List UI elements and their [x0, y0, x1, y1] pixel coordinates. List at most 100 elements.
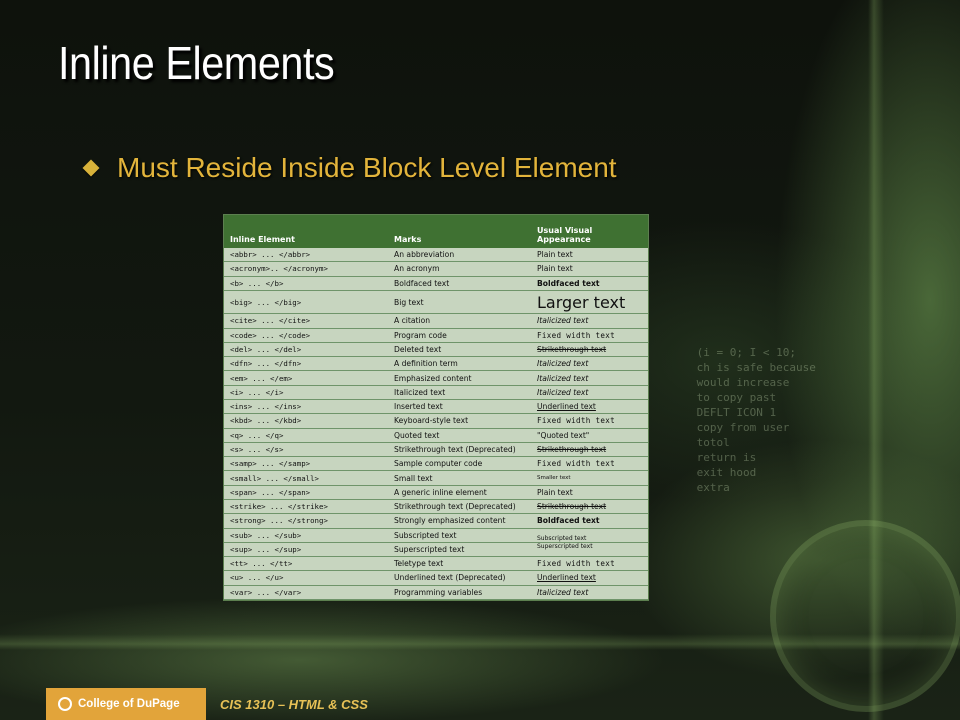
appearance-cell: Fixed width text — [531, 328, 648, 343]
bullet-point: Must Reside Inside Block Level Element — [82, 152, 617, 184]
element-cell: <b> ... </b> — [224, 276, 388, 291]
element-cell: <sup> ... </sup> — [224, 542, 388, 558]
appearance-cell: Superscripted text — [531, 542, 648, 558]
marks-cell: Strikethrough text (Deprecated) — [388, 442, 531, 458]
appearance-cell: Italicized text — [531, 356, 648, 372]
marks-cell: A definition term — [388, 356, 531, 372]
table-row: <big> ... </big> Big text Larger text — [224, 290, 648, 315]
table-row: <sub> ... </sub> Subscripted text Subscrip… — [224, 528, 648, 543]
table-row: <dfn> ... </dfn> A definition term Italici… — [224, 356, 648, 372]
college-name: College of DuPage — [78, 698, 180, 710]
appearance-cell: Underlined text — [531, 570, 648, 586]
appearance-cell: Italicized text — [531, 313, 648, 329]
diamond-bullet-icon — [82, 159, 100, 177]
marks-cell: An acronym — [388, 261, 531, 277]
marks-cell: An abbreviation — [388, 248, 531, 263]
element-cell: <ins> ... </ins> — [224, 399, 388, 415]
appearance-cell: Boldfaced text — [531, 513, 648, 529]
table-row: <code> ... </code> Program code Fixed widt… — [224, 328, 648, 343]
element-cell: <sub> ... </sub> — [224, 528, 388, 543]
element-cell: <dfn> ... </dfn> — [224, 356, 388, 372]
table-row: <b> ... </b> Boldfaced text Boldfaced text — [224, 276, 648, 291]
element-cell: <kbd> ... </kbd> — [224, 413, 388, 429]
table-row: <span> ... </span> A generic inline eleme… — [224, 485, 648, 500]
header-visual-appearance: Usual Visual Appearance — [531, 215, 648, 248]
table-row: <small> ... </small> Small text Smaller te… — [224, 470, 648, 486]
table-row: <del> ... </del> Deleted text Strikethroug… — [224, 342, 648, 358]
marks-cell: Program code — [388, 328, 531, 343]
marks-cell: Keyboard-style text — [388, 413, 531, 429]
element-cell: <u> ... </u> — [224, 570, 388, 586]
element-cell: <tt> ... </tt> — [224, 556, 388, 572]
element-cell: <var> ... </var> — [224, 585, 388, 601]
element-cell: <big> ... </big> — [224, 290, 388, 315]
appearance-cell: Strikethrough text — [531, 342, 648, 358]
footer-bar: College of DuPage CIS 1310 – HTML & CSS — [46, 688, 446, 720]
element-cell: <del> ... </del> — [224, 342, 388, 358]
element-cell: <abbr> ... </abbr> — [224, 248, 388, 263]
element-cell: <em> ... </em> — [224, 370, 388, 386]
table-row: <tt> ... </tt> Teletype text Fixed width t… — [224, 556, 648, 572]
appearance-cell: Boldfaced text — [531, 276, 648, 291]
appearance-cell: Italicized text — [531, 385, 648, 400]
table-row: <acronym>.. </acronym> An acronym Plain te… — [224, 261, 648, 277]
marks-cell: Programming variables — [388, 585, 531, 601]
marks-cell: Inserted text — [388, 399, 531, 415]
header-inline-element: Inline Element — [224, 215, 388, 248]
table-row: <sup> ... </sup> Superscripted text Supers… — [224, 542, 648, 558]
appearance-cell: Subscripted text — [531, 528, 648, 543]
course-label: CIS 1310 – HTML & CSS — [220, 696, 368, 712]
marks-cell: Teletype text — [388, 556, 531, 572]
marks-cell: Big text — [388, 290, 531, 315]
appearance-cell: Plain text — [531, 485, 648, 500]
marks-cell: Subscripted text — [388, 528, 531, 543]
marks-cell: Strongly emphasized content — [388, 513, 531, 529]
college-logo-icon — [58, 697, 72, 711]
appearance-cell: Italicized text — [531, 585, 648, 601]
appearance-cell: Italicized text — [531, 370, 648, 386]
appearance-cell: Fixed width text — [531, 556, 648, 572]
marks-cell: Boldfaced text — [388, 276, 531, 291]
bullet-text: Must Reside Inside Block Level Element — [117, 152, 617, 183]
element-cell: <s> ... </s> — [224, 442, 388, 458]
element-cell: <small> ... </small> — [224, 470, 388, 486]
element-cell: <strong> ... </strong> — [224, 513, 388, 529]
marks-cell: A generic inline element — [388, 485, 531, 500]
table-row: <i> ... </i> Italicized text Italicized te… — [224, 385, 648, 400]
table-row: <ins> ... </ins> Inserted text Underlined … — [224, 399, 648, 415]
element-cell: <code> ... </code> — [224, 328, 388, 343]
element-cell: <samp> ... </samp> — [224, 456, 388, 472]
element-cell: <cite> ... </cite> — [224, 313, 388, 329]
inline-elements-table: Inline Element Marks Usual Visual Appear… — [224, 215, 648, 601]
appearance-cell: Plain text — [531, 261, 648, 277]
element-cell: <acronym>.. </acronym> — [224, 261, 388, 277]
background-code-texture: (i = 0; I < 10; ch is safe because would… — [696, 346, 816, 494]
marks-cell: Deleted text — [388, 342, 531, 358]
appearance-cell: Fixed width text — [531, 456, 648, 472]
appearance-cell: Smaller text — [531, 470, 648, 486]
appearance-cell: Strikethrough text — [531, 499, 648, 515]
table-row: <s> ... </s> Strikethrough text (Deprecat… — [224, 442, 648, 458]
table-row: <var> ... </var> Programming variables Ita… — [224, 585, 648, 601]
element-cell: <strike> ... </strike> — [224, 499, 388, 515]
marks-cell: Sample computer code — [388, 456, 531, 472]
appearance-cell: Fixed width text — [531, 413, 648, 429]
table-row: <samp> ... </samp> Sample computer code Fi… — [224, 456, 648, 472]
element-cell: <span> ... </span> — [224, 485, 388, 500]
table-row: <cite> ... </cite> A citation Italicized t… — [224, 313, 648, 329]
appearance-cell: Strikethrough text — [531, 442, 648, 458]
appearance-cell: Plain text — [531, 248, 648, 263]
marks-cell: Underlined text (Deprecated) — [388, 570, 531, 586]
table-row: <u> ... </u> Underlined text (Deprecated)… — [224, 570, 648, 586]
header-marks: Marks — [388, 215, 531, 248]
marks-cell: Strikethrough text (Deprecated) — [388, 499, 531, 515]
marks-cell: Small text — [388, 470, 531, 486]
element-cell: <i> ... </i> — [224, 385, 388, 400]
table-row: <strong> ... </strong> Strongly emphasize… — [224, 513, 648, 529]
marks-cell: A citation — [388, 313, 531, 329]
table-row: <em> ... </em> Emphasized content Italiciz… — [224, 370, 648, 386]
appearance-cell: Underlined text — [531, 399, 648, 415]
table-row: <q> ... </q> Quoted text "Quoted text" — [224, 428, 648, 443]
marks-cell: Superscripted text — [388, 542, 531, 558]
table-row: <kbd> ... </kbd> Keyboard-style text Fixed… — [224, 413, 648, 429]
